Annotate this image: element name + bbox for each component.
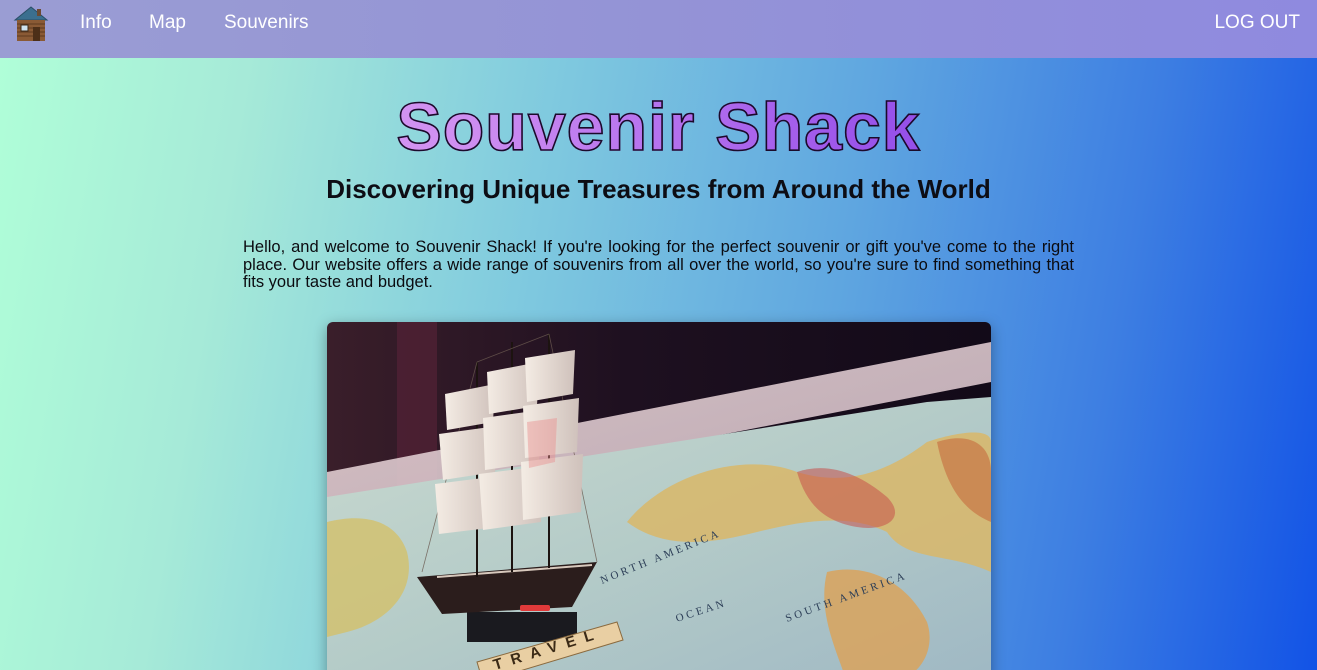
page-title-text: Souvenir Shack [396,88,921,166]
logout-button[interactable]: LOG OUT [1214,12,1300,34]
nav-link-map[interactable]: Map [149,12,186,34]
page-title: Souvenir Shack [0,88,1317,166]
model-ship-on-world-map-image: NORTH AMERICA OCEAN SOUTH AMERICA TRAVEL [327,322,991,670]
top-navbar: Info Map Souvenirs LOG OUT [0,0,1317,58]
nav-link-info[interactable]: Info [80,12,112,34]
intro-paragraph: Hello, and welcome to Souvenir Shack! If… [243,238,1074,291]
page-subtitle: Discovering Unique Treasures from Around… [326,174,991,204]
nav-link-souvenirs[interactable]: Souvenirs [224,12,309,34]
log-cabin-icon[interactable] [13,5,49,43]
